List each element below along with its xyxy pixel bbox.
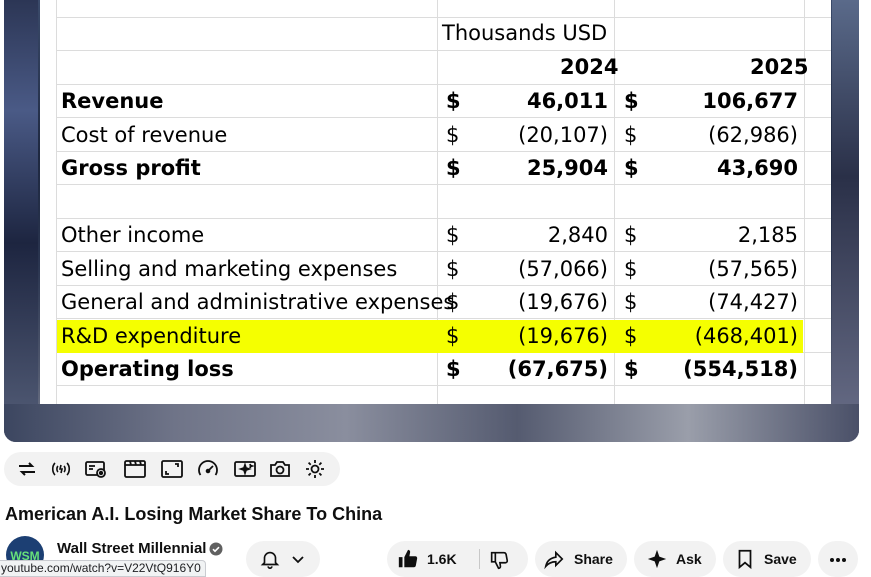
currency-symbol-2024: $: [446, 156, 461, 180]
value-2024: (19,676): [518, 290, 608, 314]
currency-symbol-2024: $: [446, 323, 460, 348]
table-row: General and administrative expenses $ (19,…: [40, 285, 831, 318]
table-row: Gross profit $25,904 $43,690: [40, 151, 831, 184]
row-label: General and administrative expenses: [61, 290, 455, 314]
thumbs-up-icon: [398, 549, 418, 568]
row-label: Operating loss: [61, 357, 234, 381]
like-count: 1.6K: [427, 551, 457, 567]
value-2024: 2,840: [547, 223, 608, 247]
video-background-right: [832, 0, 859, 442]
row-label: Selling and marketing expenses: [61, 256, 398, 281]
value-2024: (19,676): [518, 323, 608, 348]
playback-speed-icon[interactable]: [196, 457, 220, 481]
more-actions-button[interactable]: [818, 541, 858, 577]
like-dislike-group: 1.6K: [387, 541, 528, 577]
settings-gear-icon[interactable]: [303, 457, 327, 481]
currency-symbol-2025: $: [624, 223, 638, 247]
value-2024: (57,066): [518, 256, 608, 281]
table-row: [40, 185, 831, 218]
bell-icon: [260, 551, 280, 569]
theater-mode-icon[interactable]: [160, 457, 184, 481]
currency-symbol-2025: $: [624, 357, 639, 381]
verified-badge-icon: [209, 542, 223, 556]
stable-volume-icon[interactable]: [49, 457, 73, 481]
currency-symbol-2024: $: [446, 89, 461, 113]
like-button[interactable]: 1.6K: [387, 541, 473, 577]
currency-symbol-2025: $: [624, 89, 639, 113]
row-label: Cost of revenue: [61, 122, 228, 147]
value-2024: (20,107): [518, 122, 608, 147]
value-2025: 106,677: [702, 89, 798, 113]
value-2024: (67,675): [507, 357, 608, 381]
row-label: Revenue: [61, 89, 164, 113]
currency-symbol-2025: $: [624, 122, 638, 147]
row-label: Gross profit: [61, 156, 201, 180]
chevron-down-icon: [292, 556, 304, 564]
save-button[interactable]: Save: [723, 541, 811, 577]
sparkle-icon: [647, 549, 667, 569]
currency-symbol-2024: $: [446, 290, 460, 314]
currency-symbol-2024: $: [446, 357, 461, 381]
ask-button[interactable]: Ask: [634, 541, 716, 577]
value-2025: (468,401): [694, 323, 798, 348]
table-row: Operating loss $ (67,675) $ (554,518): [40, 352, 831, 385]
spreadsheet-table: Thousands USD 2024 2025 Revenue $46,011 $1…: [40, 0, 831, 404]
currency-symbol-2024: $: [446, 223, 460, 247]
ai-effects-icon[interactable]: [233, 457, 257, 481]
player-controls-bar: [4, 452, 340, 486]
ask-label: Ask: [676, 551, 702, 567]
currency-symbol-2025: $: [624, 290, 638, 314]
bookmark-icon: [738, 549, 752, 570]
table-row: Revenue $46,011 $106,677: [40, 84, 831, 117]
grid-line: [56, 17, 831, 18]
value-2024: 46,011: [526, 89, 608, 113]
video-background-left: [4, 0, 38, 442]
video-player[interactable]: Thousands USD 2024 2025 Revenue $46,011 $1…: [4, 0, 859, 442]
table-row: Cost of revenue $ (20,107) $ (62,986): [40, 118, 831, 151]
loop-icon[interactable]: [15, 457, 39, 481]
subscribed-notifications-button[interactable]: [246, 541, 320, 577]
dislike-button[interactable]: [480, 541, 528, 577]
save-label: Save: [764, 551, 797, 567]
currency-symbol-2024: $: [446, 122, 460, 147]
currency-symbol-2024: $: [446, 256, 460, 281]
table-row: Other income $2,840 $2,185: [40, 218, 831, 251]
table-row: R&D expenditure $ (19,676) $ (468,401): [40, 319, 831, 353]
grid-line: [56, 385, 831, 386]
ambient-mode-icon[interactable]: [84, 457, 108, 481]
value-2024: 25,904: [526, 156, 608, 180]
share-button[interactable]: Share: [535, 541, 627, 577]
thumbs-down-icon: [490, 551, 509, 570]
channel-name[interactable]: Wall Street Millennial: [57, 540, 206, 557]
youtube-watch-page: Thousands USD 2024 2025 Revenue $46,011 $1…: [0, 0, 871, 577]
screenshot-icon[interactable]: [268, 457, 292, 481]
unit-header: Thousands USD: [442, 21, 608, 45]
share-arrow-icon: [544, 550, 564, 570]
currency-symbol-2025: $: [624, 256, 638, 281]
video-title: American A.I. Losing Market Share To Chi…: [5, 504, 383, 524]
value-2025: (554,518): [683, 357, 798, 381]
row-label: R&D expenditure: [61, 323, 242, 348]
currency-symbol-2025: $: [624, 156, 639, 180]
browser-status-url: youtube.com/watch?v=V22VtQ916Y0: [0, 560, 206, 577]
value-2025: (74,427): [708, 290, 798, 314]
grid-line: [56, 50, 831, 51]
share-label: Share: [574, 551, 613, 567]
value-2025: (57,565): [708, 256, 798, 281]
currency-symbol-2025: $: [624, 323, 638, 348]
year-header-2024: 2024: [560, 55, 619, 79]
video-background-bottom: [4, 404, 859, 442]
chapters-icon[interactable]: [123, 457, 147, 481]
year-header-2025: 2025: [750, 55, 809, 79]
value-2025: 43,690: [716, 156, 798, 180]
row-label: Other income: [61, 223, 205, 247]
more-horizontal-icon: [830, 558, 846, 562]
value-2025: (62,986): [708, 122, 798, 147]
table-row: Selling and marketing expenses $ (57,066) $…: [40, 252, 831, 285]
value-2025: 2,185: [737, 223, 798, 247]
